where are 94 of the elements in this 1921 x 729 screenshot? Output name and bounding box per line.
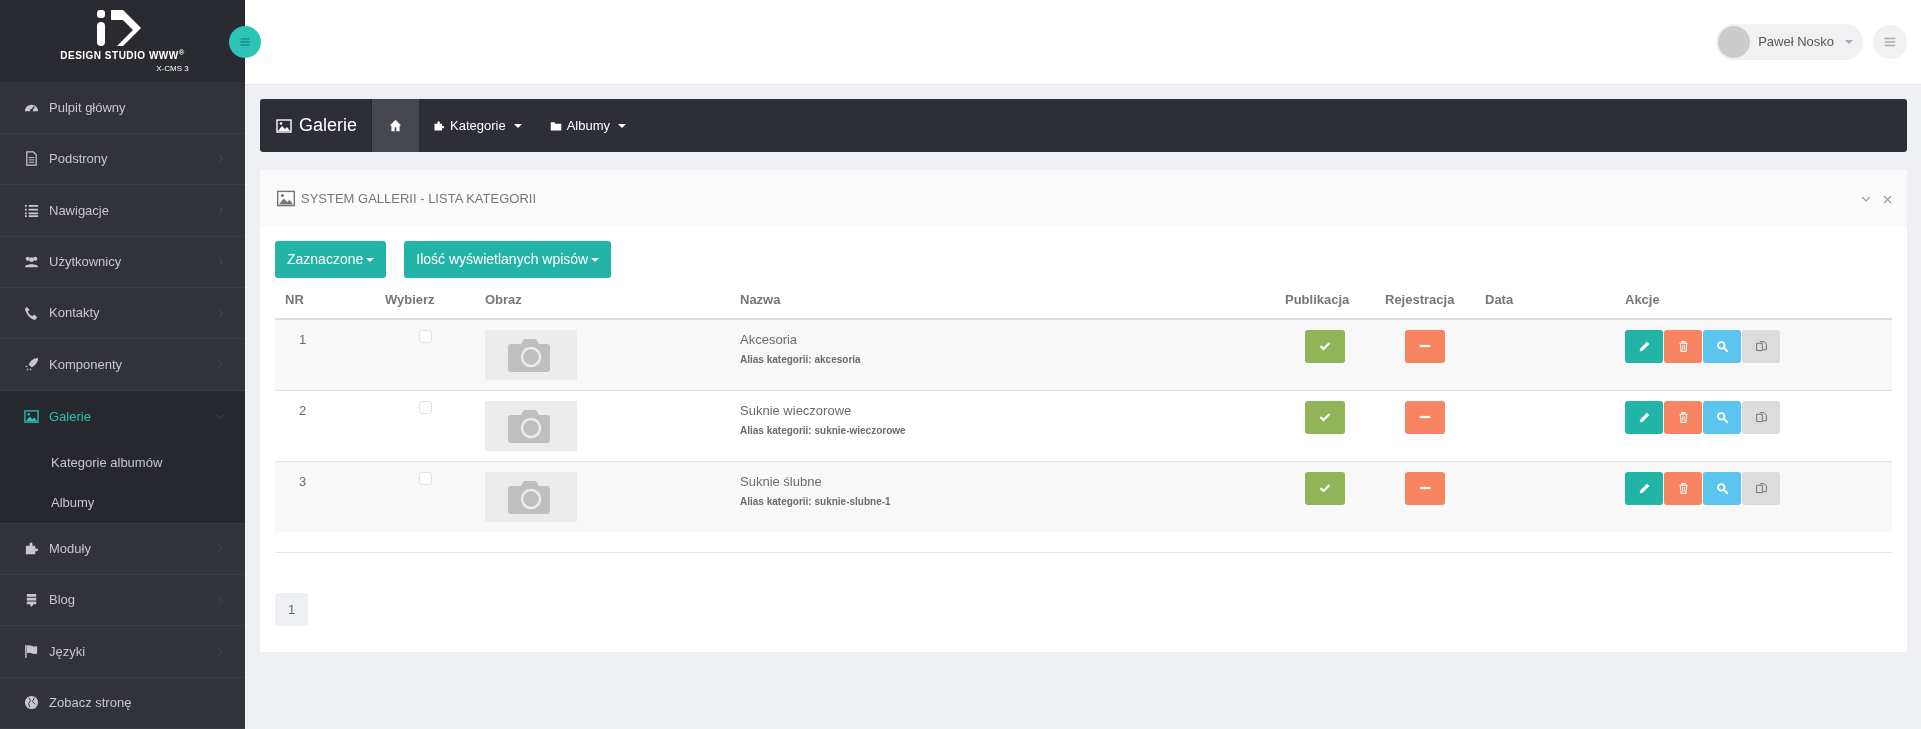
row-number: 2 xyxy=(298,402,307,418)
edit-button[interactable] xyxy=(1625,400,1663,434)
row-checkbox[interactable] xyxy=(418,471,432,485)
sidebar-item[interactable]: Galerie xyxy=(0,390,245,443)
check-icon xyxy=(1319,411,1331,423)
sidebar-subitem[interactable]: Albumy xyxy=(0,482,245,524)
rocket-icon xyxy=(24,357,39,372)
pencil-icon xyxy=(1637,410,1651,424)
category-name: Suknie ślubne xyxy=(740,472,823,491)
preview-button[interactable] xyxy=(1703,329,1741,363)
user-menu[interactable]: Paweł Nosko xyxy=(1716,24,1863,60)
puzzle-icon xyxy=(24,541,39,557)
sidebar-subitem[interactable]: Kategorie albumów xyxy=(0,442,245,483)
delete-button[interactable] xyxy=(1664,400,1702,434)
image-icon xyxy=(275,117,293,134)
check-icon xyxy=(1319,482,1331,494)
edit-button[interactable] xyxy=(1625,329,1663,363)
check-icon xyxy=(1319,340,1331,352)
page-title: Galerie xyxy=(299,114,358,137)
published-toggle[interactable] xyxy=(1305,400,1345,434)
column-header: Akcje xyxy=(1615,282,1892,319)
category-name: Suknie wieczorowe xyxy=(740,401,853,420)
phone-icon xyxy=(24,305,39,321)
nav-menu[interactable]: Kategorie xyxy=(419,99,536,152)
nav-menu[interactable]: Albumy xyxy=(535,99,641,152)
menu-icon xyxy=(1883,35,1897,49)
preview-button[interactable] xyxy=(1703,400,1741,434)
column-header: NR xyxy=(275,282,375,319)
unregistered-toggle[interactable] xyxy=(1405,471,1445,505)
copy-button[interactable] xyxy=(1742,329,1780,363)
row-number: 1 xyxy=(298,331,307,347)
search-icon xyxy=(1715,481,1729,495)
sidebar-item[interactable]: Blog xyxy=(0,574,245,627)
sidebar-item[interactable]: Podstrony xyxy=(0,133,245,186)
sidebar-item[interactable]: Pulpit główny xyxy=(0,82,245,134)
sidebar-item[interactable]: Języki xyxy=(0,626,245,678)
category-name: Akcesoria xyxy=(740,330,799,349)
stack-icon xyxy=(24,592,39,608)
published-toggle[interactable] xyxy=(1305,329,1345,363)
copy-icon xyxy=(1754,339,1768,353)
menu-button[interactable] xyxy=(1873,25,1907,59)
preview-button[interactable] xyxy=(1703,471,1741,505)
page-button[interactable]: 1 xyxy=(275,593,308,626)
column-header: Wybierz xyxy=(375,282,475,319)
column-header: Data xyxy=(1475,282,1615,319)
image-icon xyxy=(24,408,39,424)
copy-icon xyxy=(1754,481,1768,495)
sidebar-item[interactable]: Zobacz stronę xyxy=(0,677,245,729)
column-header: Obraz xyxy=(475,282,730,319)
delete-button[interactable] xyxy=(1664,471,1702,505)
pencil-icon xyxy=(1637,481,1651,495)
avatar xyxy=(1718,26,1751,58)
users-icon xyxy=(24,254,39,270)
unregistered-toggle[interactable] xyxy=(1405,400,1445,434)
category-alias: Alias kategorii: suknie-wieczorowe xyxy=(740,424,907,438)
home-button[interactable] xyxy=(372,99,420,152)
category-alias: Alias kategorii: akcesoria xyxy=(740,353,862,367)
document-icon xyxy=(24,151,39,167)
sidebar-item[interactable]: Użytkownicy xyxy=(0,236,245,288)
list-icon xyxy=(24,202,39,218)
row-checkbox[interactable] xyxy=(418,329,432,343)
panel-title: SYSTEM GALLERII - LISTA KATEGORII xyxy=(301,189,538,208)
column-header: Publikacja xyxy=(1275,282,1375,319)
sidebar-item[interactable]: Moduły xyxy=(0,523,245,575)
copy-button[interactable] xyxy=(1742,471,1780,505)
close-icon xyxy=(1883,194,1892,204)
trash-icon xyxy=(1676,339,1690,353)
menu-icon xyxy=(239,36,251,48)
puzzle-icon xyxy=(433,119,446,132)
row-checkbox[interactable] xyxy=(418,400,432,414)
trash-icon xyxy=(1676,410,1690,424)
row-number: 3 xyxy=(298,473,307,489)
delete-button[interactable] xyxy=(1664,329,1702,363)
search-icon xyxy=(1715,339,1729,353)
home-icon xyxy=(389,119,403,132)
unregistered-toggle[interactable] xyxy=(1405,329,1445,363)
logo-title: DESIGN STUDIO WWW$^{®}$ xyxy=(60,47,185,63)
column-header: Nazwa xyxy=(730,282,1275,319)
sidebar-item[interactable]: Nawigacje xyxy=(0,185,245,237)
trash-icon xyxy=(1676,481,1690,495)
sidebar-item[interactable]: Komponenty xyxy=(0,339,245,391)
published-toggle[interactable] xyxy=(1305,471,1345,505)
pencil-icon xyxy=(1637,339,1651,353)
category-alias: Alias kategorii: suknie-slubne-1 xyxy=(740,495,892,509)
column-header: Rejestracja xyxy=(1375,282,1475,319)
search-icon xyxy=(1715,410,1729,424)
copy-icon xyxy=(1754,410,1768,424)
flag-icon xyxy=(24,643,39,659)
image-icon xyxy=(275,189,297,208)
folder-icon xyxy=(549,119,562,132)
logo-subtitle: X-CMS 3 xyxy=(156,62,189,75)
sidebar-item[interactable]: Kontakty xyxy=(0,287,245,340)
copy-button[interactable] xyxy=(1742,400,1780,434)
edit-button[interactable] xyxy=(1625,471,1663,505)
